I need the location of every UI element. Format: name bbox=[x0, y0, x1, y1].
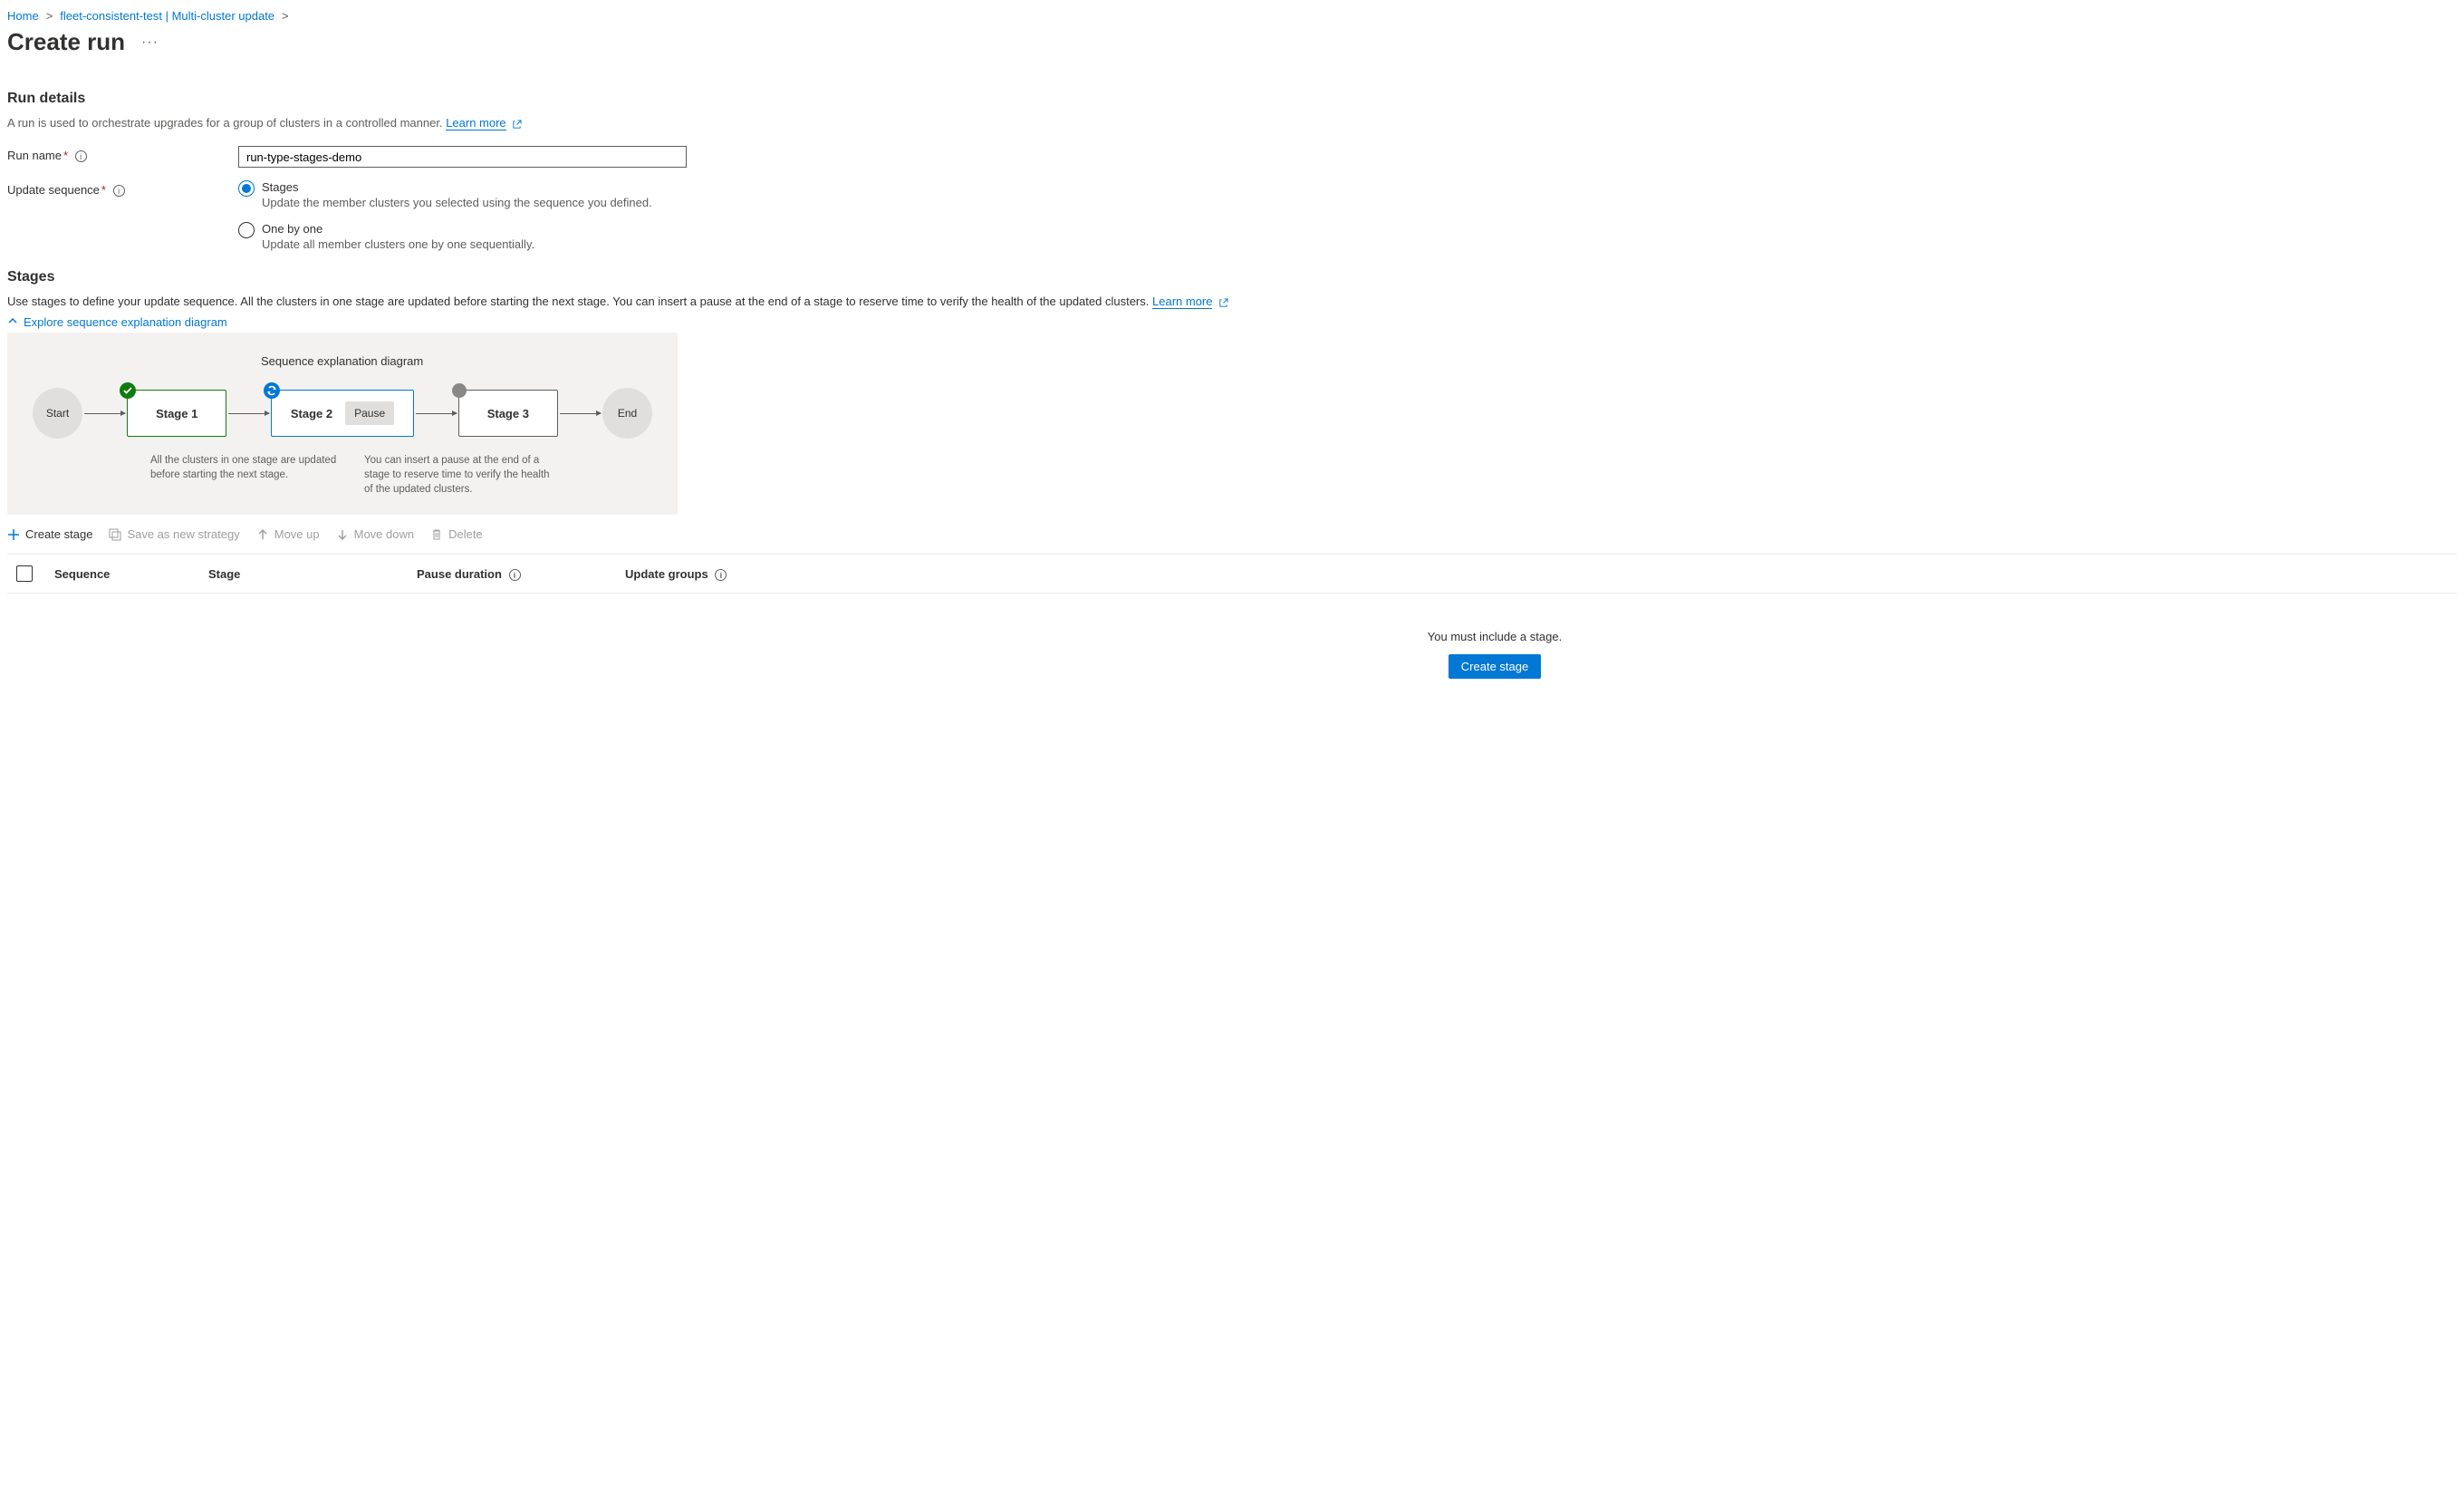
explore-toggle-label: Explore sequence explanation diagram bbox=[24, 315, 227, 329]
info-icon[interactable]: i bbox=[113, 185, 125, 197]
create-stage-button[interactable]: Create stage bbox=[7, 527, 92, 541]
run-details-description: A run is used to orchestrate upgrades fo… bbox=[7, 116, 2457, 130]
stages-toolbar: Create stage Save as new strategy Move u… bbox=[7, 515, 2457, 554]
diagram-caption-2: You can insert a pause at the end of a s… bbox=[364, 453, 554, 497]
external-link-icon bbox=[1218, 297, 1228, 307]
column-pause-duration[interactable]: Pause duration i bbox=[417, 567, 625, 581]
stages-heading: Stages bbox=[7, 269, 2457, 285]
page-title: Create run bbox=[7, 28, 125, 56]
column-stage[interactable]: Stage bbox=[208, 567, 417, 581]
empty-state-message: You must include a stage. bbox=[1428, 630, 1562, 643]
radio-stages-desc: Update the member clusters you selected … bbox=[262, 196, 652, 209]
move-down-button[interactable]: Move down bbox=[336, 527, 414, 541]
save-strategy-button[interactable]: Save as new strategy bbox=[109, 527, 239, 541]
delete-button[interactable]: Delete bbox=[430, 527, 483, 541]
update-sequence-label: Update sequence* i bbox=[7, 180, 238, 197]
select-all-checkbox[interactable] bbox=[16, 565, 33, 582]
diagram-title: Sequence explanation diagram bbox=[261, 354, 652, 368]
learn-more-link[interactable]: Learn more bbox=[446, 116, 505, 130]
info-icon[interactable]: i bbox=[715, 569, 727, 581]
column-sequence[interactable]: Sequence bbox=[54, 567, 208, 581]
stages-desc-text: Use stages to define your update sequenc… bbox=[7, 295, 1149, 308]
arrow-icon bbox=[84, 413, 125, 414]
stages-description: Use stages to define your update sequenc… bbox=[7, 295, 2457, 308]
create-stage-primary-button[interactable]: Create stage bbox=[1449, 654, 1541, 679]
trash-icon bbox=[430, 528, 443, 541]
plus-icon bbox=[7, 528, 20, 541]
check-circle-icon bbox=[120, 382, 136, 399]
sync-circle-icon bbox=[264, 382, 280, 399]
chevron-right-icon: > bbox=[46, 9, 53, 23]
run-name-input[interactable] bbox=[238, 146, 687, 168]
arrow-up-icon bbox=[256, 528, 269, 541]
diagram-panel: Sequence explanation diagram Start Stage… bbox=[7, 333, 678, 515]
learn-more-link[interactable]: Learn more bbox=[1152, 295, 1212, 309]
save-icon bbox=[109, 528, 121, 541]
diagram-stage-2: Stage 2 Pause bbox=[271, 390, 413, 437]
info-icon[interactable]: i bbox=[509, 569, 521, 581]
external-link-icon bbox=[512, 119, 522, 129]
radio-one-by-one-title: One by one bbox=[262, 222, 534, 236]
radio-one-by-one-desc: Update all member clusters one by one se… bbox=[262, 237, 534, 251]
breadcrumb: Home > fleet-consistent-test | Multi-clu… bbox=[7, 9, 2457, 23]
diagram-stage-1: Stage 1 bbox=[127, 390, 226, 437]
run-details-desc-text: A run is used to orchestrate upgrades fo… bbox=[7, 116, 443, 130]
run-details-heading: Run details bbox=[7, 91, 2457, 107]
radio-stages-title: Stages bbox=[262, 180, 652, 194]
breadcrumb-context[interactable]: fleet-consistent-test | Multi-cluster up… bbox=[60, 9, 274, 23]
arrow-icon bbox=[416, 413, 457, 414]
pending-circle-icon bbox=[451, 382, 467, 399]
diagram-caption-1: All the clusters in one stage are update… bbox=[150, 453, 359, 497]
column-update-groups[interactable]: Update groups i bbox=[625, 567, 806, 581]
diagram-start-node: Start bbox=[33, 388, 82, 439]
info-icon[interactable]: i bbox=[75, 150, 87, 162]
arrow-icon bbox=[228, 413, 269, 414]
diagram-stage-3: Stage 3 bbox=[458, 390, 558, 437]
radio-stages[interactable] bbox=[238, 180, 255, 197]
arrow-down-icon bbox=[336, 528, 349, 541]
chevron-up-icon bbox=[7, 315, 18, 329]
diagram-pause-chip: Pause bbox=[345, 401, 394, 425]
move-up-button[interactable]: Move up bbox=[256, 527, 320, 541]
run-name-label: Run name* i bbox=[7, 146, 238, 162]
radio-one-by-one[interactable] bbox=[238, 222, 255, 238]
explore-diagram-toggle[interactable]: Explore sequence explanation diagram bbox=[7, 315, 2457, 329]
breadcrumb-home[interactable]: Home bbox=[7, 9, 39, 23]
more-actions-button[interactable]: ··· bbox=[141, 34, 159, 51]
arrow-icon bbox=[560, 413, 601, 414]
stages-table: Sequence Stage Pause duration i Update g… bbox=[7, 554, 2457, 594]
chevron-right-icon: > bbox=[282, 9, 289, 23]
diagram-end-node: End bbox=[602, 388, 652, 439]
